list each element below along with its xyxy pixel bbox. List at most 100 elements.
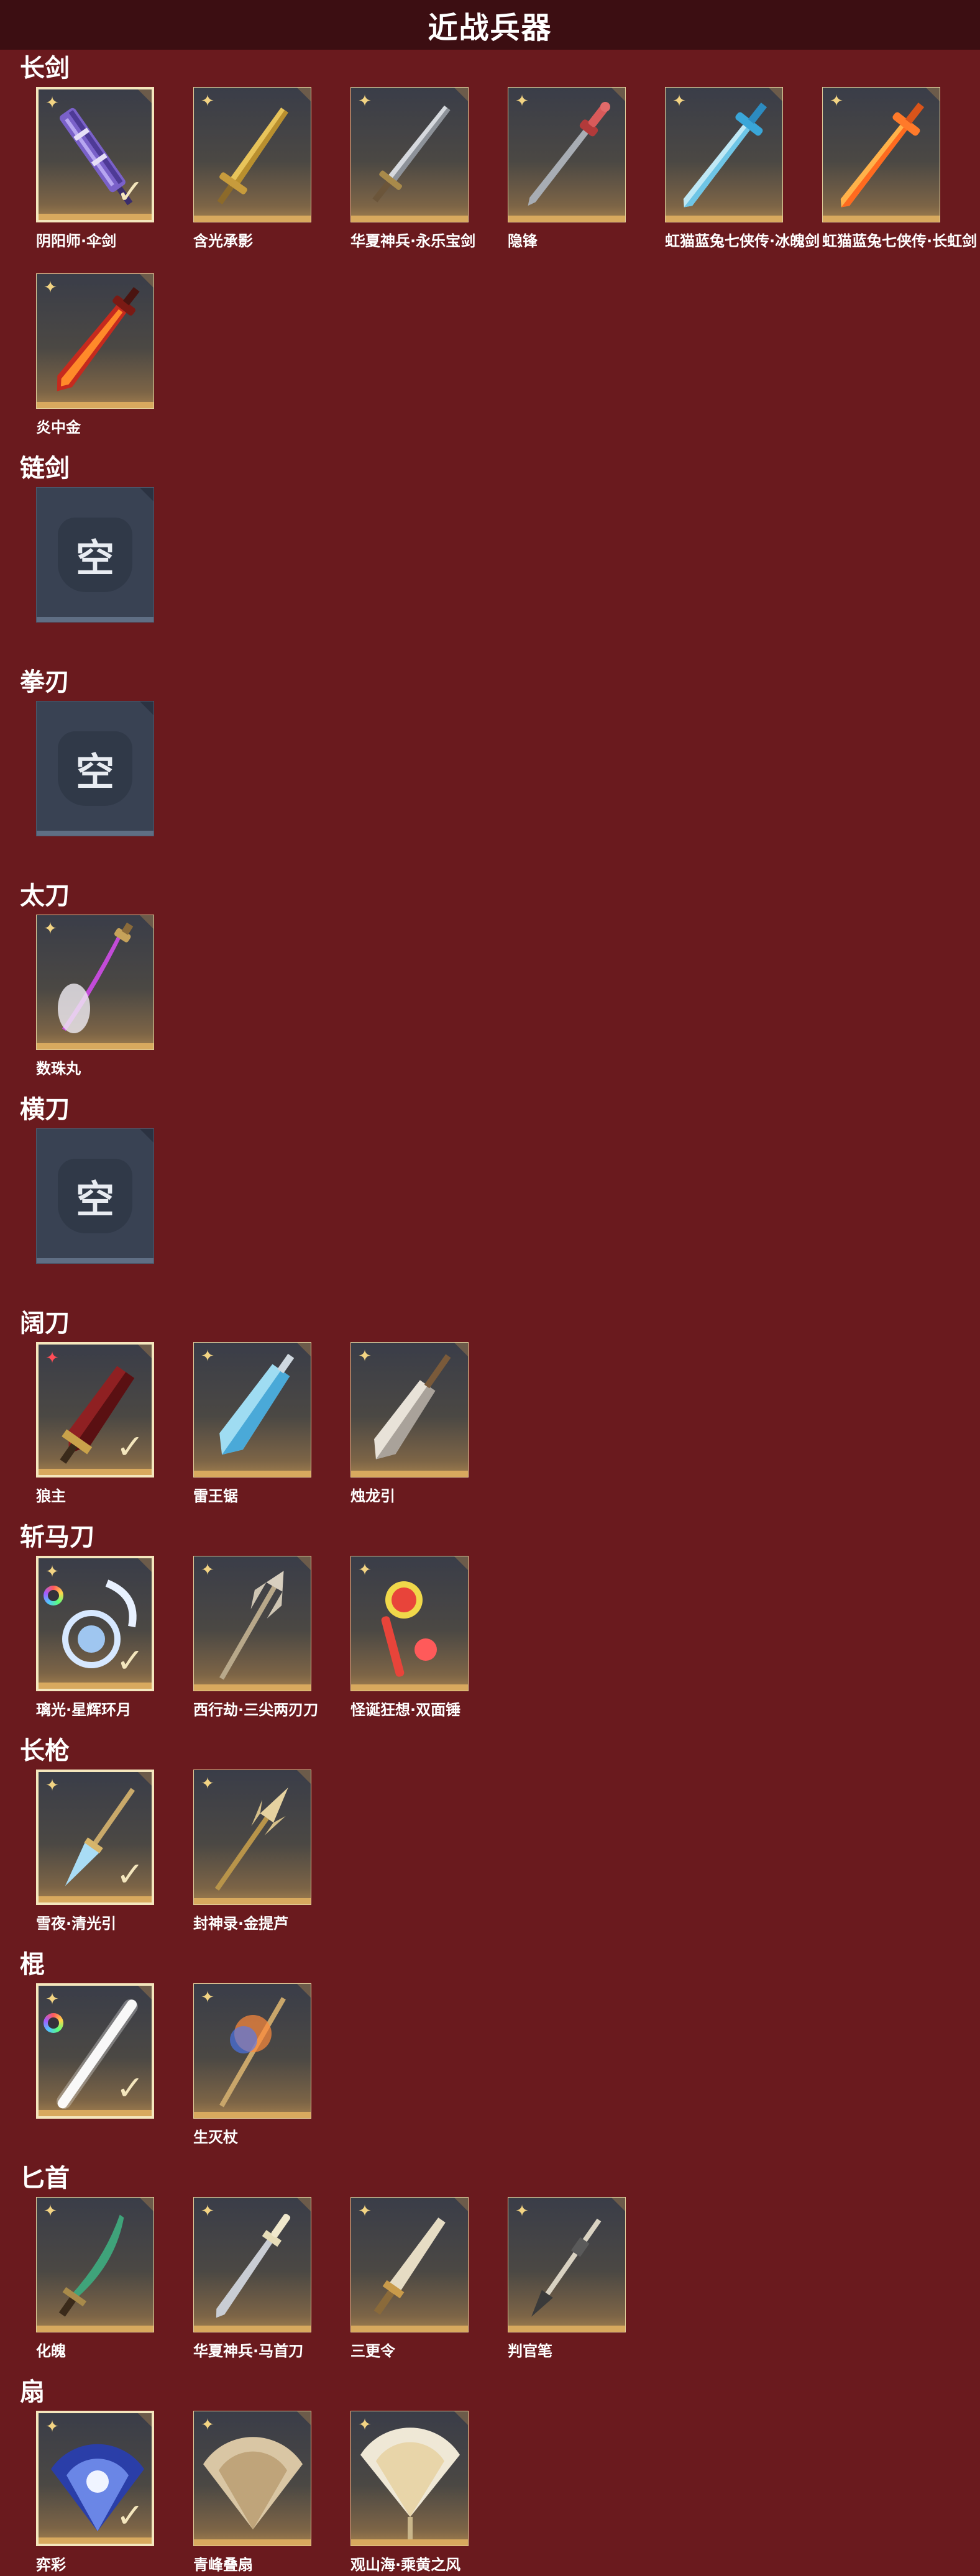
weapon-name: 青峰叠扇 [193,2556,253,2574]
tile-bottom-bar [194,2539,311,2546]
weapon-tile[interactable]: ✦ [193,1983,311,2119]
weapon-name: 三更令 [350,2342,395,2360]
weapon-tile[interactable]: ✦ [665,87,783,222]
empty-slot-mark: 空 [37,701,153,836]
empty-slot-label: 空 [75,536,114,581]
tile-bottom-bar [37,1258,153,1263]
weapon-tile[interactable]: ✦ [508,87,626,222]
weapon-name: 封神录·金提芦 [193,1915,289,1932]
weapon-tile[interactable]: ✦ [36,2197,154,2332]
weapon-tile[interactable]: ✦ [193,2197,311,2332]
weapon-tile[interactable]: ✦ [36,915,154,1050]
rarity-star-icon: ✦ [515,2202,529,2221]
tile-bottom-bar [351,1684,468,1691]
rarity-star-icon: ✦ [45,94,59,112]
weapon-tile[interactable]: ✦ [193,87,311,222]
weapon-name: 怪诞狂想·双面锤 [350,1701,461,1719]
weapon-tile[interactable]: ✦ ✓ [36,87,154,222]
weapon-tile[interactable]: ✦ [350,1342,469,1478]
tile-bottom-bar [37,1043,153,1049]
weapon-tile[interactable]: ✦ [508,2197,626,2332]
empty-slot[interactable]: 空 [36,701,154,836]
weapon-name: 观山海·乘黄之风 [350,2556,461,2574]
section-title: 阔刀 [20,1309,70,1338]
weapon-tile[interactable]: ✦ [193,1556,311,1691]
weapon-tile[interactable]: ✦ [822,87,940,222]
empty-slot-mark: 空 [37,1129,153,1263]
weapon-name: 炎中金 [36,419,81,436]
weapon-name: 含光承影 [193,232,253,250]
weapon-tile[interactable]: ✦ ✓ [36,2411,154,2546]
tile-bottom-bar [508,216,625,222]
weapon-name: 化魄 [36,2342,66,2360]
checkmark-icon: ✓ [116,2496,144,2535]
weapon-tile[interactable]: ✦ ✓ [36,1983,154,2119]
tile-bottom-bar [37,617,153,622]
checkmark-icon: ✓ [116,1855,144,1894]
weapon-name: 璃光·星辉环月 [36,1701,132,1719]
rarity-star-icon: ✦ [201,2202,214,2221]
weapon-tile[interactable]: ✦ [36,273,154,409]
tile-bottom-bar [37,402,153,408]
weapon-tile[interactable]: ✦ [193,1342,311,1478]
weapon-tile[interactable]: ✦ [350,2197,469,2332]
weapon-tile[interactable]: ✦ [350,87,469,222]
weapon-name: 雪夜·清光引 [36,1915,117,1932]
rarity-star-icon: ✦ [45,1563,59,1581]
weapon-tile[interactable]: ✦ ✓ [36,1556,154,1691]
weapon-name: 弈彩 [36,2556,66,2574]
section-title: 长枪 [20,1737,70,1765]
rarity-star-icon: ✦ [45,1349,59,1368]
section-title: 棍 [20,1950,45,1979]
tile-bottom-bar [351,216,468,222]
tile-bottom-bar [37,2326,153,2332]
rarity-star-icon: ✦ [201,1988,214,2007]
section-title: 匕首 [20,2164,70,2193]
tile-bottom-bar [351,2326,468,2332]
section-title: 斩马刀 [20,1523,94,1551]
rainbow-ring-icon [44,2013,63,2033]
checkmark-icon: ✓ [116,1427,144,1466]
tile-bottom-bar [508,2326,625,2332]
weapon-tile[interactable]: ✦ ✓ [36,1770,154,1905]
section-title: 链剑 [20,454,70,483]
weapon-name: 阴阳师·伞剑 [36,232,117,250]
weapon-tile[interactable]: ✦ ✓ [36,1342,154,1478]
tile-bottom-bar [351,1471,468,1477]
tile-bottom-bar [351,2539,468,2546]
tile-bottom-bar [194,1471,311,1477]
page-title: 近战兵器 [428,11,552,45]
tile-bottom-bar [666,216,782,222]
rarity-star-icon: ✦ [201,1561,214,1579]
weapon-tile[interactable]: ✦ [350,2411,469,2546]
tile-bottom-bar [194,1684,311,1691]
tile-bottom-bar [39,2110,152,2116]
checkmark-icon: ✓ [116,172,144,211]
tile-bottom-bar [194,216,311,222]
rainbow-ring-icon [44,1586,63,1605]
weapon-name: 判官笔 [508,2342,552,2360]
tile-bottom-bar [194,1898,311,1904]
weapon-tile[interactable]: ✦ [193,1770,311,1905]
tile-bottom-bar [39,1896,152,1902]
weapon-name: 虹猫蓝兔七侠传·长虹剑 [822,232,978,250]
weapon-tile[interactable]: ✦ [193,2411,311,2546]
empty-slot[interactable]: 空 [36,1128,154,1264]
tile-bottom-bar [194,2326,311,2332]
weapon-tile[interactable]: ✦ [350,1556,469,1691]
rarity-star-icon: ✦ [358,92,372,111]
checkmark-icon: ✓ [116,1641,144,1680]
rarity-star-icon: ✦ [44,920,57,938]
weapon-name: 华夏神兵·马首刀 [193,2342,304,2360]
rarity-star-icon: ✦ [201,1347,214,1366]
empty-slot[interactable]: 空 [36,487,154,623]
empty-slot-mark: 空 [37,488,153,622]
checkmark-icon: ✓ [116,2068,144,2108]
weapon-name: 西行劫·三尖两刃刀 [193,1701,319,1719]
empty-slot-label: 空 [75,1177,114,1222]
section-title: 拳刃 [20,668,70,697]
tile-bottom-bar [823,216,940,222]
rarity-star-icon: ✦ [44,2202,57,2221]
weapon-name: 烛龙引 [350,1487,395,1505]
weapon-name: 数珠丸 [36,1060,81,1077]
